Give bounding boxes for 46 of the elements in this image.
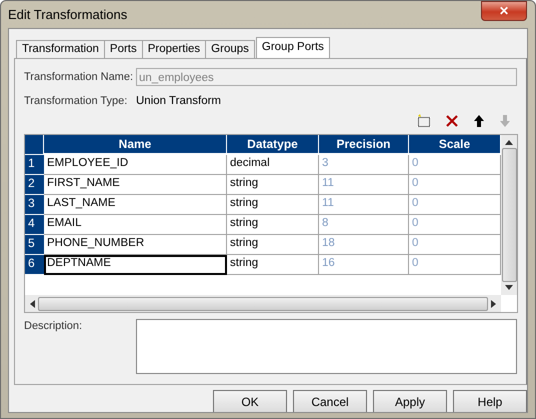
row-number[interactable]: 4 (25, 215, 44, 235)
window-title: Edit Transformations (8, 7, 128, 22)
row-number[interactable]: 6 (25, 255, 44, 275)
table-cell[interactable]: EMPLOYEE_ID (44, 155, 227, 175)
field-label: Description: (24, 319, 84, 334)
row-number[interactable]: 2 (25, 175, 44, 195)
field-label: Transformation Type: (24, 95, 128, 107)
column-header[interactable]: Name (44, 135, 227, 154)
field-value: Union Transform (136, 95, 222, 107)
table-cell[interactable]: string (227, 215, 319, 235)
table-cell[interactable]: string (227, 195, 319, 215)
row-number[interactable]: 3 (25, 195, 44, 215)
dialog-button[interactable]: Cancel (293, 390, 367, 412)
tab[interactable]: Groups (205, 40, 255, 58)
column-header[interactable]: Precision (319, 135, 409, 154)
dialog-button[interactable]: Help (453, 390, 527, 412)
arrow-up-icon[interactable] (473, 114, 485, 128)
table-cell[interactable]: PHONE_NUMBER (44, 235, 227, 255)
new-row-icon[interactable] (417, 114, 431, 128)
close-button[interactable]: ✕ (481, 0, 527, 20)
header-corner[interactable] (25, 135, 44, 154)
description-field[interactable] (136, 319, 517, 374)
column-header[interactable]: Scale (409, 135, 501, 154)
table-cell[interactable]: string (227, 235, 319, 255)
row-number[interactable]: 5 (25, 235, 44, 255)
dialog-button[interactable]: OK (213, 390, 287, 412)
scroll-up-icon[interactable] (505, 140, 513, 145)
delete-icon[interactable] (445, 114, 459, 128)
scroll-left-icon[interactable] (30, 300, 35, 308)
dialog-button[interactable]: Apply (373, 390, 447, 412)
table-cell[interactable]: EMAIL (44, 215, 227, 235)
table-cell[interactable]: string (227, 255, 319, 275)
table-cell[interactable]: FIRST_NAME (44, 175, 227, 195)
table-cell[interactable]: decimal (227, 155, 319, 175)
horizontal-scrollbar[interactable] (25, 295, 501, 312)
table-cell[interactable]: LAST_NAME (44, 195, 227, 215)
tab[interactable]: Transformation (16, 40, 105, 58)
tab[interactable]: Group Ports (256, 37, 330, 58)
column-header[interactable]: Datatype (227, 135, 319, 154)
row-number[interactable]: 1 (25, 155, 44, 175)
table-cell[interactable]: DEPTNAME (44, 255, 227, 275)
table-cell[interactable]: string (227, 175, 319, 195)
scroll-down-icon[interactable] (505, 285, 513, 290)
scroll-right-icon[interactable] (491, 300, 496, 308)
vertical-scrollbar[interactable] (501, 135, 517, 295)
field-label: Transformation Name: (24, 71, 134, 83)
